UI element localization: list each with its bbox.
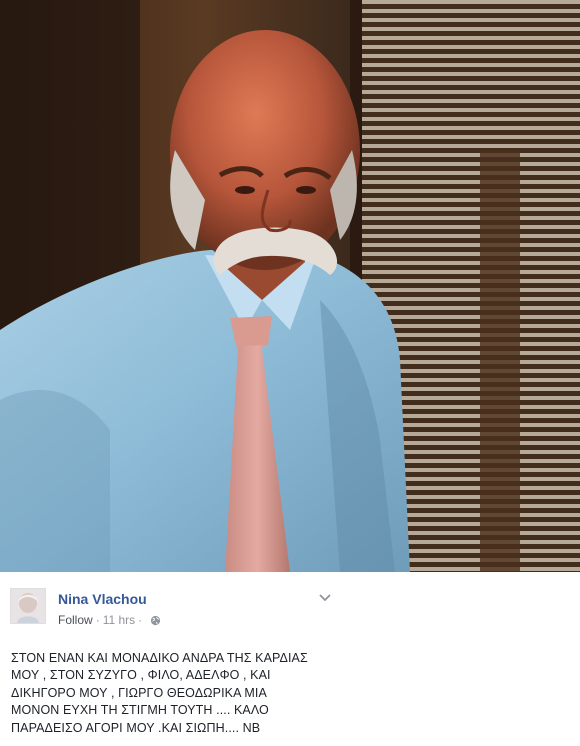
photo-image	[0, 0, 580, 572]
globe-icon[interactable]	[150, 615, 161, 626]
post-photo[interactable]	[0, 0, 580, 572]
post-card: Nina Vlachou Follow · 11 hrs · ΣΤΟΝ ΕΝΑΝ…	[0, 572, 580, 746]
post-text: ΣΤΟΝ ΕΝΑΝ ΚΑΙ ΜΟΝΑΔΙΚΟ ΑΝΔΡΑ ΤΗΣ ΚΑΡΔΙΑΣ…	[11, 651, 308, 735]
avatar[interactable]	[10, 588, 46, 624]
author-name-link[interactable]: Nina Vlachou	[58, 591, 147, 607]
chevron-down-icon[interactable]	[319, 593, 331, 603]
post-timestamp[interactable]: 11 hrs	[103, 613, 135, 627]
meta-separator-2: ·	[138, 613, 143, 627]
meta-separator: ·	[95, 613, 100, 627]
follow-link[interactable]: Follow	[58, 613, 93, 627]
avatar-image	[11, 589, 45, 623]
post-meta: Follow · 11 hrs ·	[58, 613, 161, 627]
